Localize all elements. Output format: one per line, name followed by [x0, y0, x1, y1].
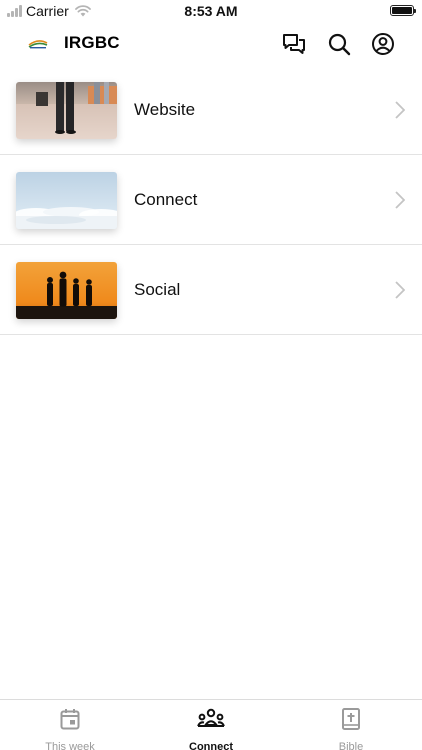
tab-label: Bible: [338, 741, 364, 750]
chevron-right-icon: [395, 281, 405, 299]
tab-label: Connect: [189, 741, 233, 750]
calendar-icon: [60, 709, 80, 730]
people-group-icon: [197, 708, 225, 727]
account-button[interactable]: [370, 31, 396, 57]
website-thumbnail: [16, 82, 117, 139]
status-time: 8:53 AM: [184, 3, 238, 19]
app-header: IRGBC: [0, 22, 422, 66]
church-logo: [28, 40, 48, 49]
list-item-label: Social: [134, 280, 181, 299]
chat-bubbles-icon: [283, 34, 305, 54]
social-thumbnail: [16, 262, 117, 319]
chevron-right-icon: [395, 191, 405, 209]
search-button[interactable]: [326, 31, 352, 57]
app-title: IRGBC: [64, 33, 120, 52]
connect-list: Website Connect Social: [0, 65, 422, 335]
list-item-social[interactable]: Social: [0, 245, 422, 335]
tab-connect[interactable]: Connect: [141, 708, 281, 750]
connect-thumbnail: [16, 172, 117, 229]
chevron-right-icon: [395, 101, 405, 119]
bible-icon: [342, 708, 360, 730]
list-item-label: Website: [134, 100, 196, 119]
account-circle-icon: [372, 33, 394, 55]
tab-this-week[interactable]: This week: [0, 708, 140, 750]
list-item-label: Connect: [134, 190, 198, 209]
battery-icon: [390, 5, 416, 16]
tab-label: This week: [45, 741, 95, 750]
list-item-website[interactable]: Website: [0, 65, 422, 155]
status-bar: Carrier 8:53 AM: [0, 0, 422, 22]
messages-button[interactable]: [281, 31, 307, 57]
search-icon: [328, 33, 351, 56]
list-item-connect[interactable]: Connect: [0, 155, 422, 245]
tab-bar: This week Connect Bible: [0, 699, 422, 750]
tab-bible[interactable]: Bible: [281, 708, 421, 750]
